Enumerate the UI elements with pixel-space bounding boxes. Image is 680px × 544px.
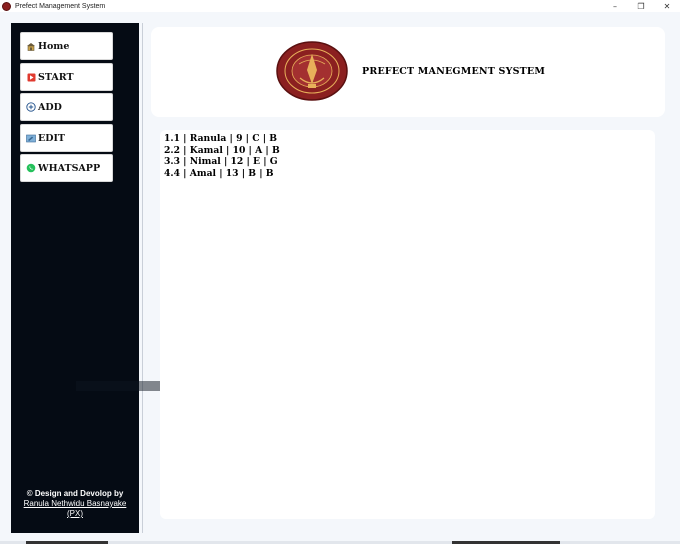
drag-ghost [76,381,162,391]
window-title: Prefect Management System [15,2,106,10]
sidebar: Home START ADD EDIT WHATSAPP © Design an… [11,23,139,533]
school-crest-icon [276,41,348,101]
list-item: 2.2 | Kamal | 10 | A | B [164,144,280,156]
page-title: PREFECT MANEGMENT SYSTEM [362,66,546,77]
sidebar-divider [142,23,143,533]
whatsapp-icon [26,163,36,173]
credit-footer: © Design and Devolop by Ranula Nethwidu … [11,489,139,519]
add-button[interactable]: ADD [20,93,113,121]
start-button[interactable]: START [20,63,113,91]
add-icon [26,102,36,112]
home-label: Home [38,40,70,52]
edit-label: EDIT [38,132,65,144]
app-logo-icon [2,1,11,11]
whatsapp-button[interactable]: WHATSAPP [20,154,113,182]
records-panel: 1.1 | Ranula | 9 | C | B 2.2 | Kamal | 1… [160,130,655,519]
home-button[interactable]: Home [20,32,113,60]
start-icon [26,72,36,82]
credit-line: © Design and Devolop by [26,489,124,498]
maximize-button[interactable]: ❐ [628,0,654,12]
edit-icon [26,133,36,143]
records-list: 1.1 | Ranula | 9 | C | B 2.2 | Kamal | 1… [164,133,651,179]
author-tag-link[interactable]: (PX) [11,509,139,519]
whatsapp-label: WHATSAPP [38,162,101,174]
list-item: 3.3 | Nimal | 12 | E | G [164,156,278,167]
add-label: ADD [38,101,62,113]
window-controls: – ❐ ✕ [602,0,680,12]
author-link[interactable]: Ranula Nethwidu Basnayake [11,499,139,509]
header-card: PREFECT MANEGMENT SYSTEM [151,27,665,117]
close-button[interactable]: ✕ [654,0,680,12]
edit-button[interactable]: EDIT [20,124,113,152]
list-item: 4.4 | Amal | 13 | B | B [164,167,274,179]
minimize-button[interactable]: – [602,0,628,12]
list-item: 1.1 | Ranula | 9 | C | B [164,133,278,144]
title-bar: Prefect Management System – ❐ ✕ [0,0,680,12]
home-icon [26,41,36,51]
start-label: START [38,71,74,83]
